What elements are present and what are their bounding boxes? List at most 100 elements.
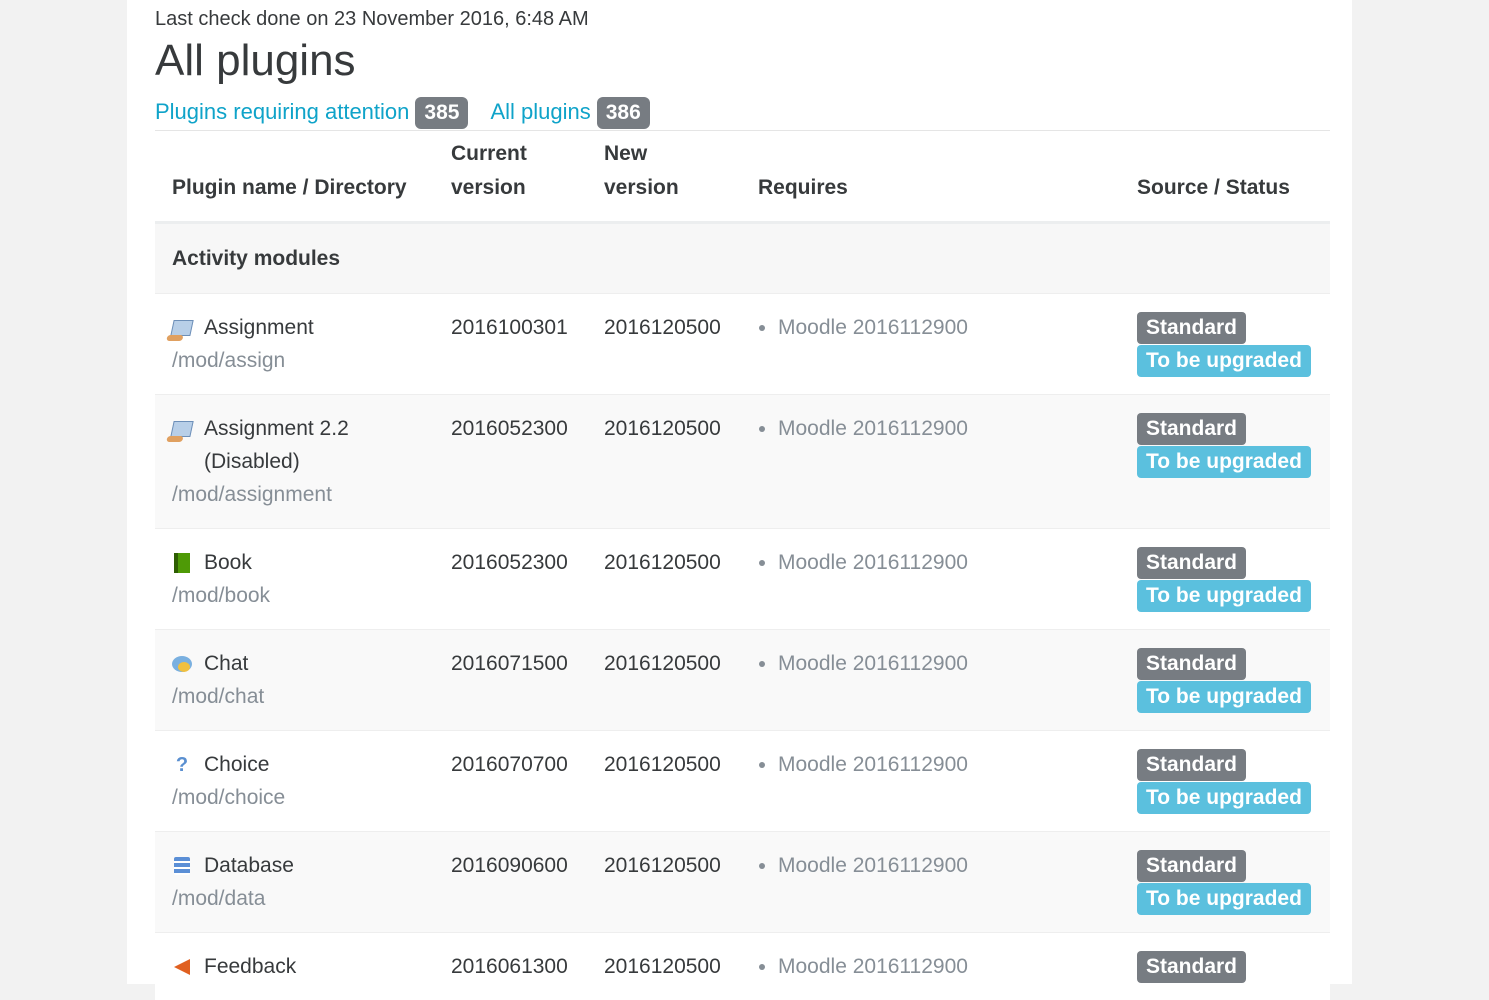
plugin-directory: /mod/assignment <box>172 478 417 511</box>
new-version: 2016120500 <box>587 731 741 832</box>
status-badge: To be upgraded <box>1137 580 1311 612</box>
plugin-directory: /mod/data <box>172 882 417 915</box>
table-row: Assignment 2.2 (Disabled)/mod/assignment… <box>155 395 1330 529</box>
section-title: Activity modules <box>155 223 1330 294</box>
new-version: 2016120500 <box>587 529 741 630</box>
table-header-row: Plugin name / Directory Currentversion N… <box>155 131 1330 223</box>
requires-cell: Moodle 2016112900 <box>741 731 1120 832</box>
new-version: 2016120500 <box>587 933 741 1000</box>
plugin-name: Assignment 2.2 (Disabled) <box>204 412 417 478</box>
source-badge: Standard <box>1137 312 1246 344</box>
status-badge: To be upgraded <box>1137 681 1311 713</box>
status-badge: To be upgraded <box>1137 345 1311 377</box>
current-version: 2016070700 <box>434 731 587 832</box>
status-badge: To be upgraded <box>1137 782 1311 814</box>
header-plugin-name: Plugin name / Directory <box>155 131 434 223</box>
table-row: Database/mod/data20160906002016120500Moo… <box>155 832 1330 933</box>
header-new-version: Newversion <box>587 131 741 223</box>
plugin-name: Database <box>204 849 294 882</box>
source-status-cell: StandardTo be upgraded <box>1120 529 1330 630</box>
plugin-name-cell: Assignment 2.2 (Disabled)/mod/assignment <box>155 395 434 529</box>
requires-cell: Moodle 2016112900 <box>741 294 1120 395</box>
current-version: 2016061300 <box>434 933 587 1000</box>
plugin-name: Feedback <box>204 950 296 983</box>
plugins-table: Plugin name / Directory Currentversion N… <box>155 131 1330 1000</box>
source-badge: Standard <box>1137 547 1246 579</box>
plugin-name-cell: Assignment/mod/assign <box>155 294 434 395</box>
source-status-cell: StandardTo be upgraded <box>1120 731 1330 832</box>
current-version: 2016052300 <box>434 395 587 529</box>
filter-attention-label: Plugins requiring attention <box>155 99 409 124</box>
feedback-icon <box>172 957 192 977</box>
current-version: 2016100301 <box>434 294 587 395</box>
filter-attention-link[interactable]: Plugins requiring attention385 <box>155 97 468 129</box>
source-status-cell: StandardTo be upgraded <box>1120 630 1330 731</box>
section-row: Activity modules <box>155 223 1330 294</box>
plugin-name: Assignment <box>204 311 314 344</box>
plugin-name-cell: Feedback <box>155 933 434 1000</box>
choice-icon: ? <box>172 755 192 775</box>
table-row: Feedback 20160613002016120500 Moodle 20161… <box>155 933 1330 1000</box>
page-panel: Last check done on 23 November 2016, 6:4… <box>127 0 1352 984</box>
requires-cell: Moodle 2016112900 <box>741 630 1120 731</box>
status-badge: To be upgraded <box>1137 446 1311 478</box>
source-badge: Standard <box>1137 951 1246 983</box>
status-badge: To be upgraded <box>1137 883 1311 915</box>
table-row: Chat/mod/chat20160715002016120500Moodle … <box>155 630 1330 731</box>
current-version: 2016090600 <box>434 832 587 933</box>
new-version: 2016120500 <box>587 832 741 933</box>
plugin-name-cell: ?Choice/mod/choice <box>155 731 434 832</box>
source-badge: Standard <box>1137 413 1246 445</box>
assignment-icon <box>172 318 192 338</box>
requires-cell: Moodle 2016112900 <box>741 395 1120 529</box>
requirement-item: Moodle 2016112900 <box>778 647 1103 680</box>
requires-cell: Moodle 2016112900 <box>741 832 1120 933</box>
database-icon <box>172 856 192 876</box>
plugin-directory: /mod/assign <box>172 344 417 377</box>
requirement-item: Moodle 2016112900 <box>778 311 1103 344</box>
current-version: 2016071500 <box>434 630 587 731</box>
source-badge: Standard <box>1137 850 1246 882</box>
requirement-item: Moodle 2016112900 <box>778 849 1103 882</box>
header-current-version: Currentversion <box>434 131 587 223</box>
source-badge: Standard <box>1137 749 1246 781</box>
plugin-name-cell: Database/mod/data <box>155 832 434 933</box>
header-requires: Requires <box>741 131 1120 223</box>
plugin-directory: /mod/choice <box>172 781 417 814</box>
table-row: Assignment/mod/assign2016100301201612050… <box>155 294 1330 395</box>
source-badge: Standard <box>1137 648 1246 680</box>
plugin-name: Chat <box>204 647 248 680</box>
plugin-name-cell: Book/mod/book <box>155 529 434 630</box>
requires-cell: Moodle 2016112900 <box>741 529 1120 630</box>
source-status-cell: StandardTo be upgraded <box>1120 395 1330 529</box>
requirement-item: Moodle 2016112900 <box>778 950 1103 983</box>
assignment-icon <box>172 419 192 439</box>
requirement-item: Moodle 2016112900 <box>778 412 1103 445</box>
source-status-cell: Standard <box>1120 933 1330 1000</box>
requirement-item: Moodle 2016112900 <box>778 748 1103 781</box>
filter-all-label: All plugins <box>490 99 590 124</box>
requires-cell: Moodle 2016112900 <box>741 933 1120 1000</box>
current-version: 2016052300 <box>434 529 587 630</box>
new-version: 2016120500 <box>587 630 741 731</box>
last-check-text: Last check done on 23 November 2016, 6:4… <box>155 8 589 31</box>
table-row: ?Choice/mod/choice20160707002016120500 Mo… <box>155 731 1330 832</box>
filter-all-count: 386 <box>597 97 650 129</box>
book-icon <box>172 553 192 573</box>
source-status-cell: StandardTo be upgraded <box>1120 294 1330 395</box>
plugin-name-cell: Chat/mod/chat <box>155 630 434 731</box>
plugin-name: Book <box>204 546 252 579</box>
plugin-directory: /mod/book <box>172 579 417 612</box>
chat-icon <box>172 654 192 674</box>
filter-attention-count: 385 <box>415 97 468 129</box>
filter-all-link[interactable]: All plugins 386 <box>490 97 649 129</box>
source-status-cell: StandardTo be upgraded <box>1120 832 1330 933</box>
new-version: 2016120500 <box>587 395 741 529</box>
page-title: All plugins <box>155 36 356 86</box>
plugin-filters: Plugins requiring attention385 All plugi… <box>155 97 650 129</box>
new-version: 2016120500 <box>587 294 741 395</box>
header-source-status: Source / Status <box>1120 131 1330 223</box>
requirement-item: Moodle 2016112900 <box>778 546 1103 579</box>
plugin-directory: /mod/chat <box>172 680 417 713</box>
table-row: Book/mod/book20160523002016120500Moodle … <box>155 529 1330 630</box>
